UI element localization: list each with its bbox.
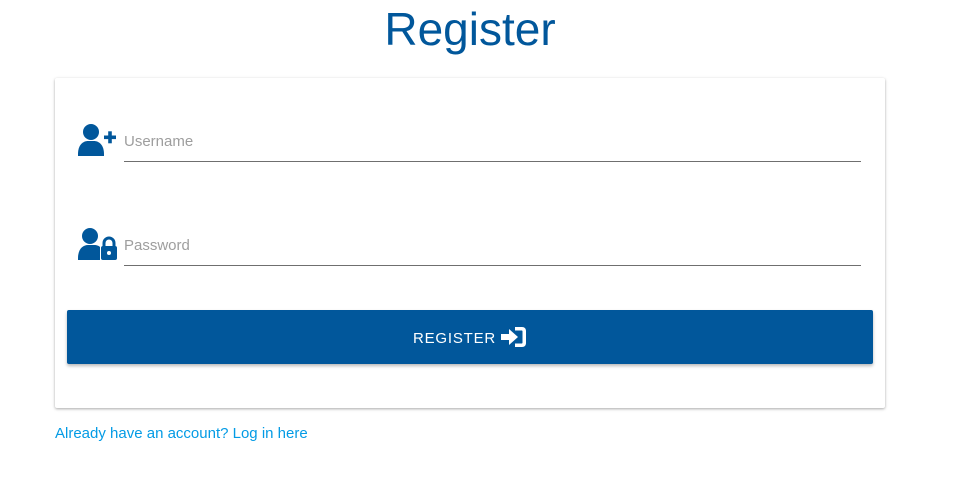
password-input[interactable]: [124, 226, 861, 266]
sign-in-icon: [501, 326, 527, 348]
register-button-label: Register: [412, 330, 497, 347]
register-page: Register Username REGISTER Already have …: [0, 0, 973, 487]
username-input[interactable]: [124, 122, 861, 162]
login-link[interactable]: Already have an account? Log in here: [55, 425, 308, 442]
register-button[interactable]: Register: [67, 310, 873, 364]
register-card: Register: [55, 78, 885, 408]
user-lock-icon: [78, 227, 118, 261]
page-title: Register: [384, 3, 556, 55]
user-plus-icon: [78, 123, 118, 157]
username-row: [78, 122, 861, 162]
password-row: [78, 226, 861, 266]
